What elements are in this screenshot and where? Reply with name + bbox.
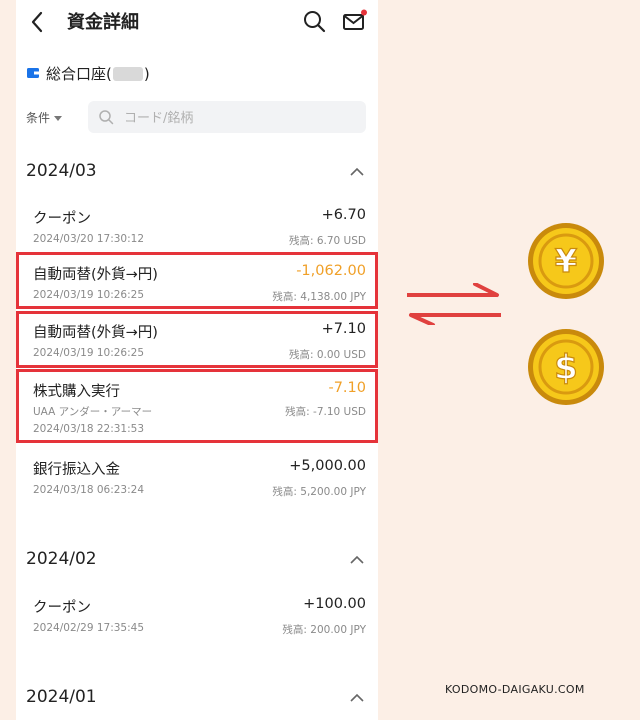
- account-name: 総合口座(): [46, 64, 150, 83]
- transaction-title: クーポン: [33, 211, 91, 227]
- month-label: 2024/03: [26, 161, 97, 181]
- filter-dropdown[interactable]: 条件: [26, 109, 63, 126]
- transaction-balance: 残高: 200.00 JPY: [282, 624, 366, 636]
- caret-down-icon: [54, 116, 63, 121]
- transaction-date: 2024/03/20 17:30:12: [33, 233, 145, 245]
- search-icon[interactable]: [302, 9, 326, 33]
- search-input[interactable]: [122, 101, 356, 135]
- month-header-2024-03[interactable]: 2024/03: [16, 157, 378, 189]
- exchange-arrows-icon: [407, 283, 501, 325]
- mail-icon[interactable]: [342, 8, 368, 34]
- svg-text:¥: ¥: [555, 242, 577, 280]
- chevron-up-icon: [350, 555, 364, 564]
- highlight-box: [16, 369, 378, 443]
- app-header: 資金詳細: [16, 0, 378, 44]
- transaction-title: クーポン: [33, 600, 91, 616]
- transaction-date: 2024/03/18 06:23:24: [33, 484, 145, 496]
- wallet-icon: [27, 68, 39, 78]
- month-label: 2024/01: [26, 687, 97, 707]
- month-header-2024-01[interactable]: 2024/01: [16, 683, 378, 715]
- transaction-amount: +6.70: [321, 207, 366, 223]
- back-arrow-icon[interactable]: [26, 9, 50, 35]
- svg-text:$: $: [554, 348, 578, 388]
- page-title: 資金詳細: [67, 12, 139, 33]
- account-selector[interactable]: 総合口座(): [26, 62, 150, 84]
- search-icon: [99, 110, 114, 125]
- dollar-coin-icon: $: [528, 329, 604, 405]
- month-header-2024-02[interactable]: 2024/02: [16, 545, 378, 577]
- mobile-screen: 資金詳細 総合口座() 条件 2024/03 クーポン +6.70 2024/0…: [16, 0, 378, 720]
- transaction-row[interactable]: クーポン +100.00 2024/02/29 17:35:45 残高: 200…: [16, 590, 378, 642]
- chevron-up-icon: [350, 693, 364, 702]
- site-watermark: KODOMO-DAIGAKU.COM: [445, 683, 585, 696]
- transaction-row[interactable]: 銀行振込入金 +5,000.00 2024/03/18 06:23:24 残高:…: [16, 452, 378, 504]
- yen-coin-icon: ¥: [528, 223, 604, 299]
- transaction-row[interactable]: クーポン +6.70 2024/03/20 17:30:12 残高: 6.70 …: [16, 201, 378, 253]
- highlight-box: [16, 311, 378, 368]
- transaction-balance: 残高: 6.70 USD: [288, 235, 366, 247]
- search-field[interactable]: [88, 101, 366, 135]
- masked-account-number: [112, 67, 143, 81]
- transaction-balance: 残高: 5,200.00 JPY: [272, 486, 366, 498]
- transaction-date: 2024/02/29 17:35:45: [33, 622, 145, 634]
- chevron-up-icon: [350, 167, 364, 176]
- transaction-title: 銀行振込入金: [33, 462, 120, 478]
- transaction-amount: +100.00: [303, 596, 366, 612]
- transaction-amount: +5,000.00: [289, 458, 366, 474]
- highlight-box: [16, 252, 378, 309]
- month-label: 2024/02: [26, 549, 97, 569]
